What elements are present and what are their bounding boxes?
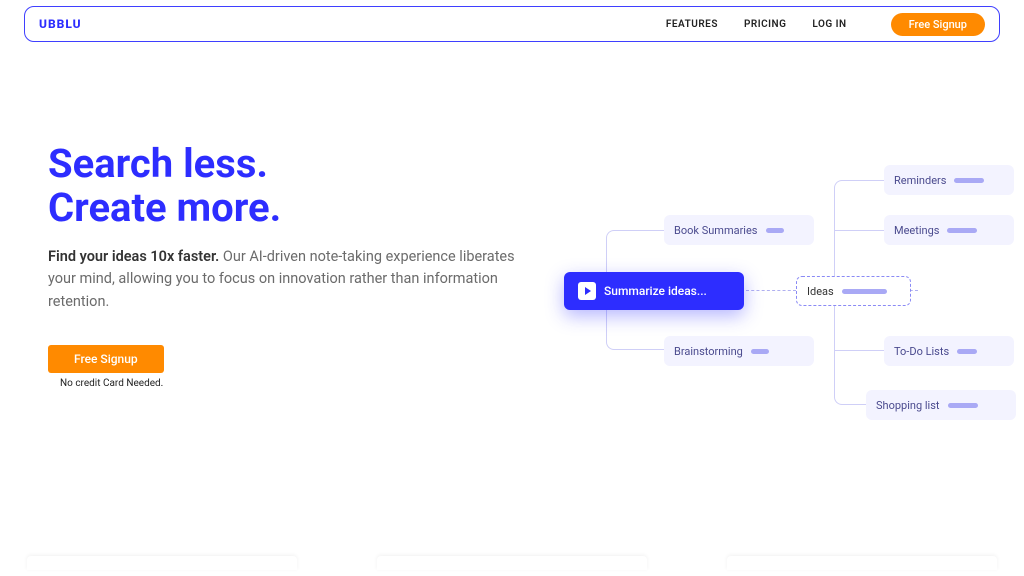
bottom-card	[377, 556, 647, 570]
node-meetings: Meetings	[884, 215, 1014, 245]
node-reminders-label: Reminders	[894, 174, 946, 187]
hero-title-line2: Create more.	[48, 184, 281, 231]
nav-pricing[interactable]: PRICING	[744, 19, 786, 30]
play-icon	[578, 282, 596, 300]
hero-text: Search less. Create more. Find your idea…	[48, 142, 528, 389]
hero-cta-note: No credit Card Needed.	[60, 378, 528, 389]
node-meetings-label: Meetings	[894, 224, 939, 237]
node-ideas-label: Ideas	[807, 285, 834, 298]
node-summarize-ideas-label: Summarize ideas...	[604, 284, 707, 298]
node-book-summaries: Book Summaries	[664, 215, 814, 245]
bottom-cards	[0, 556, 1024, 570]
mindmap-illustration: Summarize ideas... Book Summaries Ideas …	[564, 150, 1024, 450]
bottom-card	[727, 556, 997, 570]
node-brainstorming-label: Brainstorming	[674, 345, 743, 358]
node-reminders: Reminders	[884, 165, 1014, 195]
hero-subtitle: Find your ideas 10x faster. Our AI-drive…	[48, 246, 528, 313]
hero-title: Search less. Create more.	[48, 142, 528, 230]
nav-links: FEATURES PRICING LOG IN Free Signup	[666, 13, 985, 36]
node-todo-label: To-Do Lists	[894, 345, 949, 358]
node-ideas: Ideas	[796, 276, 911, 306]
hero-signup-button[interactable]: Free Signup	[48, 345, 164, 373]
node-shopping: Shopping list	[866, 390, 1016, 420]
hero-title-line1: Search less.	[48, 140, 268, 187]
header-bar: UBBLU FEATURES PRICING LOG IN Free Signu…	[24, 6, 1000, 42]
node-summarize-ideas: Summarize ideas...	[564, 272, 744, 310]
node-book-summaries-label: Book Summaries	[674, 224, 758, 237]
node-todo: To-Do Lists	[884, 336, 1014, 366]
header-signup-button[interactable]: Free Signup	[891, 13, 985, 36]
node-brainstorming: Brainstorming	[664, 336, 814, 366]
node-shopping-label: Shopping list	[876, 399, 940, 412]
bottom-card	[27, 556, 297, 570]
brand-logo[interactable]: UBBLU	[39, 17, 82, 31]
nav-features[interactable]: FEATURES	[666, 19, 718, 30]
hero-subtitle-strong: Find your ideas 10x faster.	[48, 248, 219, 265]
nav-login[interactable]: LOG IN	[812, 19, 846, 30]
